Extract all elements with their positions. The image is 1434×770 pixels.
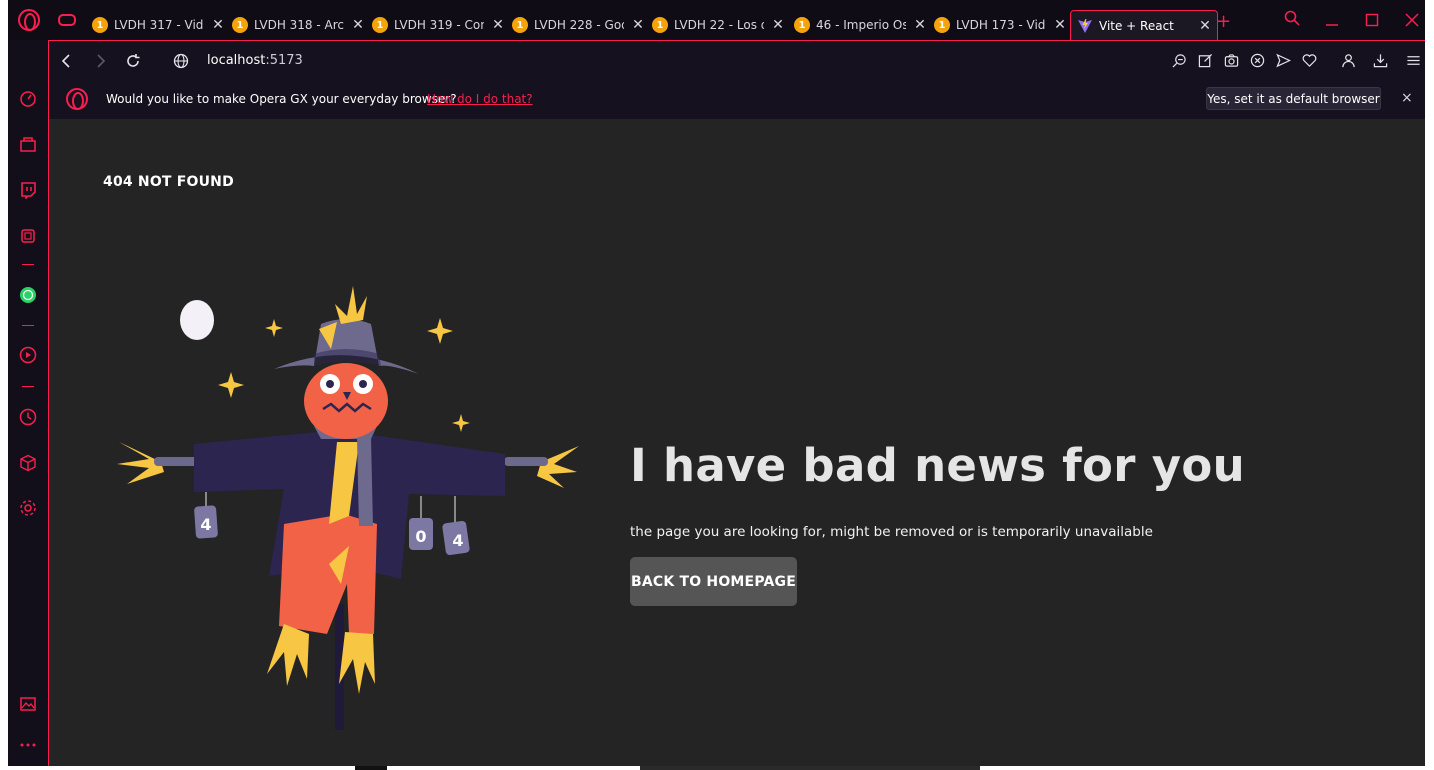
send-icon[interactable] [1274,51,1292,69]
tab-lvdh-319[interactable]: 1 LVDH 319 - Con ✕ [372,11,504,39]
can-digit: 4 [452,531,463,550]
player-icon[interactable] [18,345,38,365]
sidebar-divider [22,386,34,387]
tab-close-icon[interactable]: ✕ [1199,18,1211,34]
scarecrow-illustration: 4 0 4 [117,286,579,730]
tab-favicon-icon: 1 [652,17,668,33]
tab-close-icon[interactable]: ✕ [772,17,784,33]
tab-title: LVDH 317 - Vida [114,18,204,32]
tab-close-icon[interactable]: ✕ [212,17,224,33]
tab-close-icon[interactable]: ✕ [492,17,504,33]
tab-title: LVDH 318 - Arca [254,18,344,32]
tab-title: LVDH 228 - God [534,18,624,32]
close-infobar-icon[interactable]: × [1401,90,1413,106]
tab-title: 46 - Imperio Osc [816,18,906,32]
url-port: :5173 [265,53,303,68]
tab-favicon-icon: 1 [372,17,388,33]
can-digit: 0 [415,527,426,546]
moon-icon [180,300,214,340]
site-info-globe-icon[interactable] [171,51,191,71]
taskbar-peek [640,766,980,770]
tab-favicon-icon: 1 [512,17,528,33]
gx-control-icon[interactable] [58,14,76,26]
sidebar-divider [22,325,34,326]
twitch-icon[interactable] [18,180,38,200]
default-browser-infobar: Would you like to make Opera GX your eve… [48,80,1425,119]
tab-close-icon[interactable]: ✕ [632,17,644,33]
tab-lvdh-173[interactable]: 1 LVDH 173 - Vida ✕ [934,11,1066,39]
extensions-cube-icon[interactable] [18,453,38,473]
history-icon[interactable] [18,407,38,427]
sidebar [8,40,48,766]
tab-imperio-oscuro[interactable]: 1 46 - Imperio Osc ✕ [794,11,926,39]
gallery-icon[interactable] [18,694,38,714]
tab-strip: 1 LVDH 317 - Vida ✕ 1 LVDH 318 - Arca ✕ … [8,0,1425,40]
minimize-icon[interactable] [1325,12,1339,31]
bookmark-heart-icon[interactable] [1300,51,1318,69]
close-window-icon[interactable] [1405,12,1419,31]
sidebar-divider [22,264,34,265]
address-bar: localhost:5173 [48,40,1425,80]
whatsapp-icon[interactable] [18,285,38,305]
straw-right-foot-icon [339,632,375,694]
download-icon[interactable] [1371,51,1389,69]
browser-window: 1 LVDH 317 - Vida ✕ 1 LVDH 318 - Arca ✕ … [8,0,1425,766]
reload-icon[interactable] [123,51,143,71]
page-headline: I have bad news for you [630,439,1245,492]
tab-lvdh-317[interactable]: 1 LVDH 317 - Vida ✕ [92,11,224,39]
tab-vite-react[interactable]: Vite + React ✕ [1070,10,1218,40]
zoom-icon[interactable] [1170,51,1188,69]
tab-close-icon[interactable]: ✕ [914,17,926,33]
more-icon[interactable] [18,735,38,755]
tab-title: Vite + React [1099,18,1174,33]
tab-title: LVDH 173 - Vida [956,18,1046,32]
edit-share-icon[interactable] [1196,51,1214,69]
straw-left-foot-icon [267,624,309,686]
taskbar-peek [355,766,387,770]
pants-icon [279,514,377,634]
search-tabs-icon[interactable] [1284,10,1300,30]
not-found-label: 404 NOT FOUND [103,174,234,190]
tab-lvdh-228[interactable]: 1 LVDH 228 - God ✕ [512,11,644,39]
page-content: 404 NOT FOUND 4 0 4 I have bad news for … [48,119,1425,766]
tab-favicon-icon: 1 [232,17,248,33]
settings-gear-icon[interactable] [18,498,38,518]
tab-title: LVDH 22 - Los d [674,18,764,32]
easy-setup-menu-icon[interactable] [1404,51,1422,69]
back-to-homepage-button[interactable]: BACK TO HOMEPAGE [630,557,797,606]
opera-gx-logo-icon [66,88,88,110]
url-host: localhost [207,53,266,68]
tab-favicon-icon: 1 [794,17,810,33]
infobar-message: Would you like to make Opera GX your eve… [106,92,457,106]
maximize-icon[interactable] [1365,12,1379,31]
vite-logo-icon [1078,18,1092,33]
page-subtext: the page you are looking for, might be r… [630,524,1153,540]
adblock-icon[interactable] [1248,51,1266,69]
set-default-browser-button[interactable]: Yes, set it as default browser [1206,87,1381,110]
opera-menu-icon[interactable] [18,9,40,31]
tab-lvdh-22[interactable]: 1 LVDH 22 - Los d ✕ [652,11,784,39]
gx-corner-icon[interactable] [18,134,38,154]
tab-lvdh-318[interactable]: 1 LVDH 318 - Arca ✕ [232,11,364,39]
speed-dial-icon[interactable] [18,88,38,108]
tab-favicon-icon: 1 [92,17,108,33]
straw-right-hand-icon [537,446,579,488]
hardware-limiter-icon[interactable] [18,226,38,246]
tab-close-icon[interactable]: ✕ [352,17,364,33]
pumpkin-head-icon [304,363,388,439]
new-tab-icon[interactable]: + [1216,11,1231,32]
how-do-i-link[interactable]: How do I do that? [427,92,533,106]
can-digit: 4 [200,515,211,534]
tab-close-icon[interactable]: ✕ [1054,17,1066,33]
tab-favicon-icon: 1 [934,17,950,33]
url-text[interactable]: localhost:5173 [207,53,303,68]
forward-icon[interactable] [90,51,110,71]
tab-title: LVDH 319 - Con [394,18,484,32]
account-icon[interactable] [1339,51,1357,69]
snapshot-camera-icon[interactable] [1222,51,1240,69]
back-icon[interactable] [57,51,77,71]
